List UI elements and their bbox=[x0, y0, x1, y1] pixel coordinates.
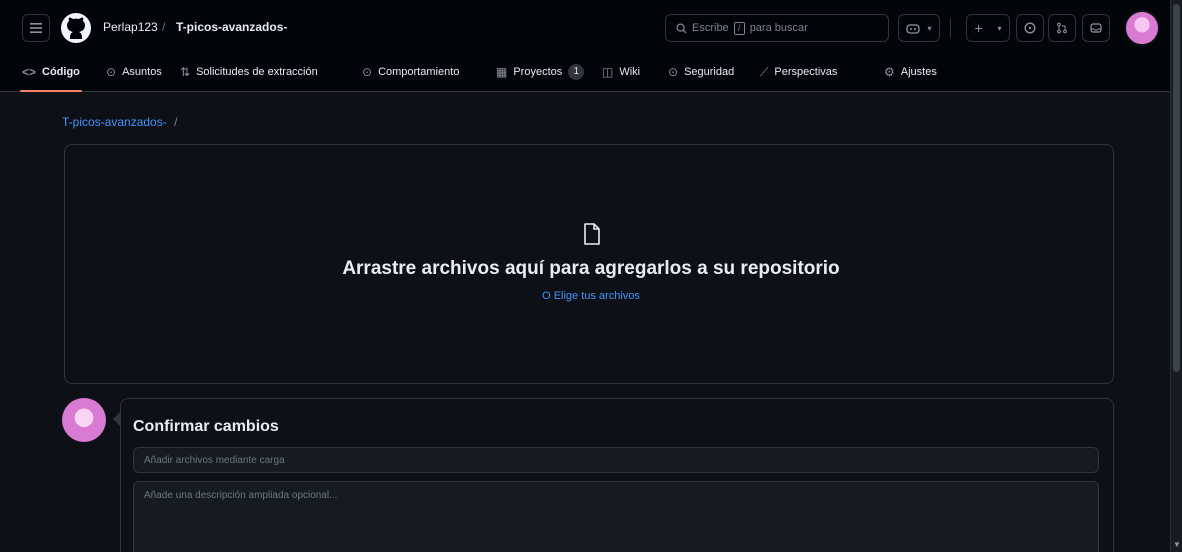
tab-code[interactable]: <> Código bbox=[22, 60, 80, 84]
play-icon: ⊙ bbox=[362, 65, 373, 79]
git-pull-request-icon bbox=[1057, 22, 1067, 34]
book-icon: ◫ bbox=[602, 65, 614, 79]
search-icon bbox=[676, 22, 687, 34]
create-new-button[interactable]: + ▾ bbox=[966, 14, 1010, 42]
user-avatar[interactable] bbox=[1124, 10, 1160, 46]
tab-label: Comportamiento bbox=[378, 66, 460, 78]
chevron-down-icon: ▾ bbox=[927, 23, 932, 33]
pull-request-icon: ⇅ bbox=[180, 65, 191, 79]
commit-author-avatar bbox=[62, 398, 106, 442]
notifications-button[interactable] bbox=[1082, 14, 1110, 42]
plus-icon: + bbox=[974, 20, 983, 36]
graph-icon: ⟋ bbox=[760, 64, 769, 79]
header-divider bbox=[950, 18, 951, 38]
commit-box-pointer bbox=[113, 412, 120, 426]
search-placeholder-text: Escribe bbox=[692, 22, 729, 34]
projects-count-badge: 1 bbox=[568, 64, 585, 80]
search-shortcut-key: / bbox=[733, 21, 745, 35]
tab-wiki[interactable]: ◫ Wiki bbox=[602, 60, 640, 84]
tab-label: Perspectivas bbox=[774, 66, 838, 78]
page-scrollbar[interactable]: ▼ bbox=[1170, 0, 1182, 552]
menu-button[interactable] bbox=[22, 14, 50, 42]
hamburger-icon bbox=[30, 23, 42, 33]
breadcrumb-repo-link[interactable]: T-picos-avanzados- bbox=[62, 115, 167, 129]
copilot-icon bbox=[906, 24, 921, 34]
path-separator: / bbox=[162, 20, 166, 34]
code-icon: <> bbox=[22, 65, 37, 79]
tab-settings[interactable]: ⚙ Ajustes bbox=[884, 60, 937, 84]
chevron-down-icon: ▾ bbox=[997, 23, 1002, 33]
copilot-button[interactable]: ▾ bbox=[898, 14, 940, 42]
pull-requests-button[interactable] bbox=[1048, 14, 1076, 42]
tab-label: Asuntos bbox=[122, 66, 162, 78]
gear-icon: ⚙ bbox=[884, 65, 895, 79]
tab-issues[interactable]: ⊙ Asuntos bbox=[106, 60, 162, 84]
scrollbar-thumb[interactable] bbox=[1173, 4, 1180, 372]
commit-title: Confirmar cambios bbox=[133, 418, 279, 435]
tab-label: Solicitudes de extracción bbox=[196, 66, 318, 78]
app-header: Perlap123 / T-picos-avanzados- Escribe /… bbox=[0, 0, 1170, 92]
scroll-down-arrow-icon[interactable]: ▼ bbox=[1173, 540, 1181, 549]
tab-pull-requests[interactable]: ⇅ Solicitudes de extracción bbox=[180, 60, 318, 84]
table-icon: ▦ bbox=[496, 65, 508, 79]
tab-actions[interactable]: ⊙ Comportamiento bbox=[362, 60, 459, 84]
commit-description-input[interactable] bbox=[133, 481, 1099, 552]
tab-label: Wiki bbox=[619, 66, 641, 78]
issue-icon: ⊙ bbox=[106, 65, 117, 79]
issue-opened-icon bbox=[1024, 22, 1036, 34]
repo-owner-link[interactable]: Perlap123 bbox=[103, 20, 158, 34]
repo-tabs: <> Código ⊙ Asuntos ⇅ Solicitudes de ext… bbox=[0, 52, 1170, 92]
issues-button[interactable] bbox=[1016, 14, 1044, 42]
inbox-icon bbox=[1090, 23, 1102, 33]
drop-zone-title: Arrastre archivos aquí para agregarlos a… bbox=[342, 258, 840, 279]
search-input[interactable]: Escribe / para buscar bbox=[665, 14, 889, 42]
tab-insights[interactable]: ⟋ Perspectivas bbox=[760, 60, 837, 84]
choose-files-link[interactable]: O Elige tus archivos bbox=[0, 290, 1182, 302]
tab-projects[interactable]: ▦ Proyectos 1 bbox=[496, 60, 585, 84]
active-tab-indicator bbox=[20, 90, 82, 92]
file-icon bbox=[584, 223, 600, 245]
tab-label: Seguridad bbox=[684, 66, 735, 78]
commit-summary-input[interactable] bbox=[133, 447, 1099, 473]
global-bar: Perlap123 / T-picos-avanzados- Escribe /… bbox=[0, 8, 1170, 48]
breadcrumb: T-picos-avanzados- / bbox=[62, 115, 177, 129]
tab-label: Proyectos bbox=[513, 66, 563, 78]
repo-name-link[interactable]: T-picos-avanzados- bbox=[176, 20, 287, 34]
shield-icon: ⊙ bbox=[668, 65, 679, 79]
tab-label: Ajustes bbox=[900, 66, 937, 78]
breadcrumb-separator: / bbox=[174, 115, 178, 129]
tab-label: Código bbox=[42, 66, 80, 78]
search-placeholder-suffix: para buscar bbox=[749, 22, 808, 34]
tab-security[interactable]: ⊙ Seguridad bbox=[668, 60, 734, 84]
github-logo-icon[interactable] bbox=[60, 12, 92, 44]
